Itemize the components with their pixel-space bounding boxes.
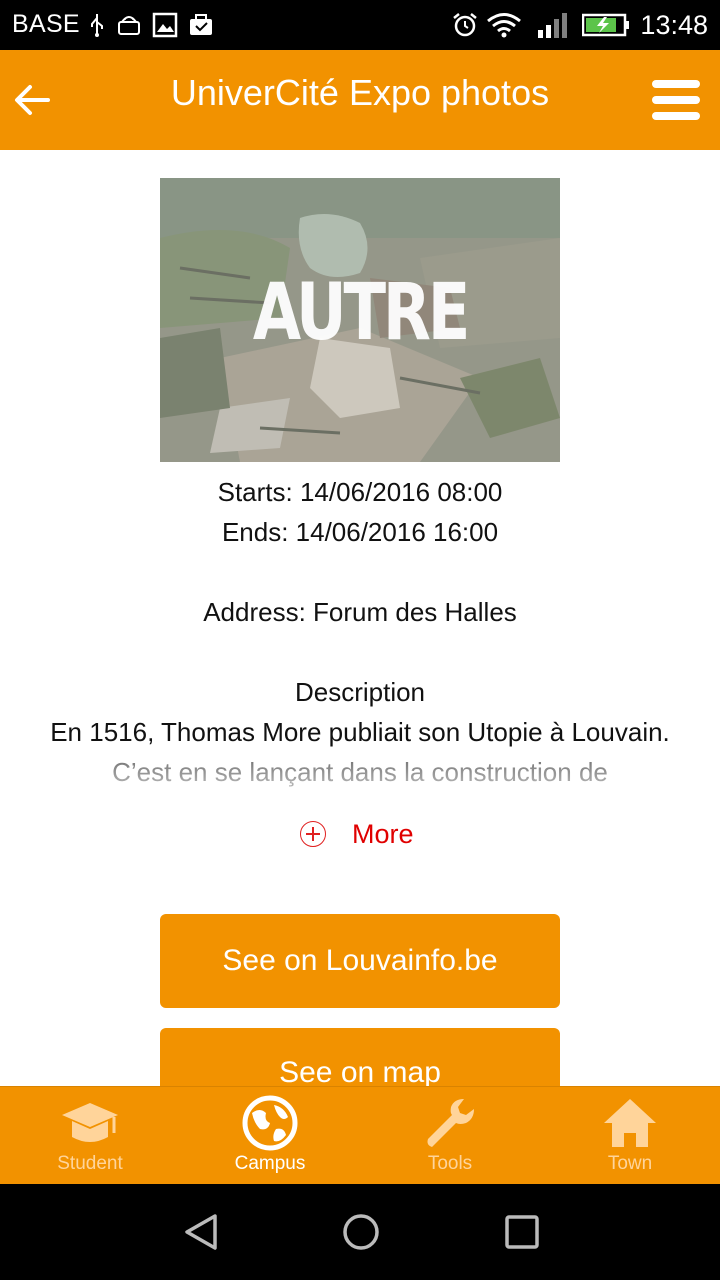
graduation-cap-icon — [62, 1103, 118, 1142]
event-end: Ends: 14/06/2016 16:00 — [221, 517, 499, 547]
bottom-tab-bar: Student Campus Tools Town — [0, 1086, 720, 1184]
tab-tools[interactable]: Tools — [360, 1087, 540, 1185]
tab-student[interactable]: Student — [0, 1087, 180, 1185]
status-bar: BASE 13:48 — [0, 0, 720, 50]
signal-icon — [538, 13, 567, 38]
menu-line — [652, 96, 700, 104]
tab-label: Tools — [427, 1153, 473, 1174]
image-icon — [152, 12, 178, 38]
usb-icon — [91, 14, 103, 37]
wifi-icon — [487, 13, 521, 38]
event-start: Starts: 14/06/2016 08:00 — [217, 477, 503, 507]
android-icon — [118, 16, 140, 35]
battery-charging-icon — [582, 13, 629, 37]
menu-line — [652, 80, 700, 88]
description-fade — [0, 752, 720, 792]
event-image: AUTRE — [160, 178, 560, 462]
more-button[interactable]: More — [300, 814, 414, 854]
carrier-name: BASE — [12, 10, 80, 38]
clock: 13:48 — [640, 10, 708, 40]
tab-label: Student — [57, 1153, 123, 1174]
nav-back-icon[interactable] — [182, 1212, 222, 1252]
plus-circle-icon — [300, 821, 326, 847]
tab-town[interactable]: Town — [540, 1087, 720, 1185]
briefcase-icon — [190, 14, 212, 35]
globe-icon — [242, 1095, 298, 1151]
event-address: Address: Forum des Halles — [203, 597, 517, 627]
home-icon — [604, 1099, 656, 1147]
tab-label: Campus — [234, 1153, 306, 1174]
description-heading: Description — [294, 677, 426, 707]
see-on-map-button[interactable]: See on map — [160, 1028, 560, 1086]
nav-home-icon[interactable] — [341, 1212, 381, 1252]
nav-recents-icon[interactable] — [502, 1212, 542, 1252]
hamburger-menu-icon[interactable] — [652, 80, 700, 120]
menu-line — [652, 112, 700, 120]
tab-campus[interactable]: Campus — [180, 1087, 360, 1185]
system-nav-bar — [0, 1184, 720, 1280]
page-title: UniverCité Expo photos — [170, 72, 550, 113]
event-detail[interactable]: AUTRE Starts: 14/06/2016 08:00 Ends: 14/… — [0, 150, 720, 1086]
image-caption: AUTRE — [252, 268, 470, 358]
see-on-louvainfo-button[interactable]: See on Louvainfo.be — [160, 914, 560, 1008]
app-bar: UniverCité Expo photos — [0, 50, 720, 150]
wrench-icon — [427, 1099, 474, 1147]
more-label: More — [352, 818, 414, 849]
tab-label: Town — [607, 1153, 653, 1174]
alarm-icon — [453, 13, 477, 37]
